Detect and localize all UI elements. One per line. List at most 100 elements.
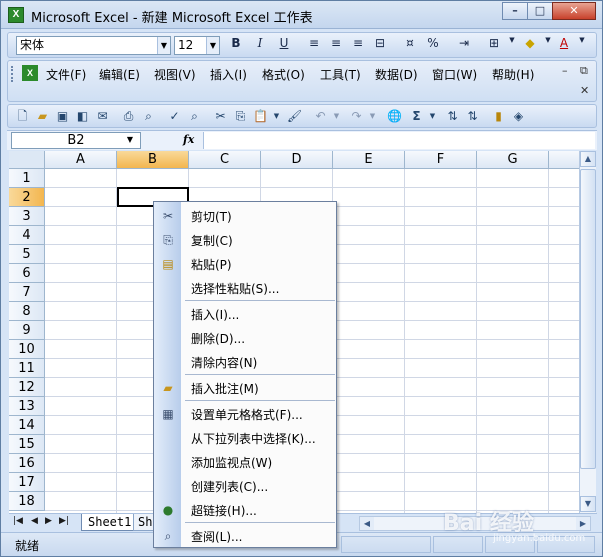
next-sheet-icon[interactable]: ▶ bbox=[45, 516, 52, 526]
column-header[interactable]: A bbox=[45, 151, 117, 169]
merge-center-icon[interactable]: ⊟ bbox=[370, 36, 390, 55]
chevron-down-icon[interactable]: ▼ bbox=[123, 132, 137, 147]
row-header[interactable]: 9 bbox=[9, 321, 45, 340]
row-header[interactable]: 18 bbox=[9, 492, 45, 511]
column-header[interactable]: F bbox=[405, 151, 477, 169]
chevron-down-icon[interactable]: ▼ bbox=[157, 37, 170, 54]
font-size-select[interactable]: 12 ▼ bbox=[174, 36, 220, 55]
column-header[interactable]: E bbox=[333, 151, 405, 169]
column-header[interactable]: G bbox=[477, 151, 549, 169]
fill-color-icon[interactable]: ◆ bbox=[520, 36, 540, 55]
doc-close-button[interactable]: ✕ bbox=[580, 84, 589, 97]
row-header[interactable]: 17 bbox=[9, 473, 45, 492]
scroll-thumb[interactable] bbox=[580, 169, 596, 469]
menu-item-create-list[interactable]: 创建列表(C)... bbox=[154, 474, 336, 498]
menu-format[interactable]: 格式(O) bbox=[262, 66, 305, 83]
row-header[interactable]: 1 bbox=[9, 169, 45, 188]
chevron-down-icon[interactable]: ▼ bbox=[268, 108, 285, 125]
last-sheet-icon[interactable]: ▶| bbox=[59, 516, 69, 526]
select-all-corner[interactable] bbox=[9, 151, 45, 169]
row-header[interactable]: 10 bbox=[9, 340, 45, 359]
menu-item-paste[interactable]: ▤ 粘贴(P) bbox=[154, 252, 336, 276]
row-header[interactable]: 13 bbox=[9, 397, 45, 416]
open-folder-icon[interactable]: ▰ bbox=[34, 108, 51, 125]
row-header[interactable]: 12 bbox=[9, 378, 45, 397]
drawing-icon[interactable]: ◈ bbox=[510, 108, 527, 125]
excel-app-icon[interactable]: X bbox=[8, 7, 24, 23]
paste-icon[interactable]: 📋 bbox=[252, 108, 269, 125]
menu-item-copy[interactable]: ⎘ 复制(C) bbox=[154, 228, 336, 252]
menu-item-cut[interactable]: ✂ 剪切(T) bbox=[154, 204, 336, 228]
menu-item-insert[interactable]: 插入(I)... bbox=[154, 302, 336, 326]
menu-item-research[interactable]: ⌕ 查阅(L)... bbox=[154, 524, 336, 548]
underline-button[interactable]: U bbox=[274, 36, 294, 55]
menu-data[interactable]: 数据(D) bbox=[375, 66, 418, 83]
menu-item-add-watch[interactable]: 添加监视点(W) bbox=[154, 450, 336, 474]
align-center-icon[interactable]: ≡ bbox=[326, 36, 346, 55]
bold-button[interactable]: B bbox=[226, 36, 246, 55]
name-box-dropdown[interactable]: ▼ bbox=[117, 132, 141, 149]
row-header[interactable]: 14 bbox=[9, 416, 45, 435]
toolbar-grip[interactable] bbox=[11, 66, 14, 82]
hyperlink-icon[interactable]: 🌐 bbox=[386, 108, 403, 125]
maximize-button[interactable]: □ bbox=[527, 2, 553, 20]
undo-icon[interactable]: ↶ bbox=[312, 108, 329, 125]
menu-item-insert-comment[interactable]: ▰ 插入批注(M) bbox=[154, 376, 336, 400]
prev-sheet-icon[interactable]: ◀ bbox=[31, 516, 38, 526]
indent-icon[interactable]: ⇥ bbox=[454, 36, 474, 55]
row-header[interactable]: 3 bbox=[9, 207, 45, 226]
percent-button[interactable]: % bbox=[423, 36, 443, 55]
autosum-button[interactable]: Σ bbox=[408, 108, 425, 125]
menu-item-clear-contents[interactable]: 清除内容(N) bbox=[154, 350, 336, 374]
insert-function-button[interactable]: fx bbox=[183, 133, 194, 146]
scroll-up-icon[interactable]: ▲ bbox=[580, 151, 596, 167]
row-header[interactable]: 5 bbox=[9, 245, 45, 264]
new-file-icon[interactable]: 🗋 bbox=[14, 108, 31, 125]
spelling-icon[interactable]: ✓ bbox=[166, 108, 183, 125]
row-header[interactable]: 7 bbox=[9, 283, 45, 302]
row-header[interactable]: 15 bbox=[9, 435, 45, 454]
sort-descending-icon[interactable]: ⇅ bbox=[464, 108, 481, 125]
print-icon[interactable]: ⎙ bbox=[120, 108, 137, 125]
chevron-down-icon[interactable]: ▼ bbox=[364, 108, 381, 125]
chevron-down-icon[interactable]: ▼ bbox=[328, 108, 345, 125]
menu-insert[interactable]: 插入(I) bbox=[210, 66, 247, 83]
row-header[interactable]: 16 bbox=[9, 454, 45, 473]
column-header-selected[interactable]: B bbox=[117, 151, 189, 169]
borders-icon[interactable]: ⊞ bbox=[484, 36, 504, 55]
row-header[interactable]: 11 bbox=[9, 359, 45, 378]
close-button[interactable]: ✕ bbox=[552, 2, 596, 20]
print-preview-icon[interactable]: ⌕ bbox=[140, 108, 157, 125]
cut-icon[interactable]: ✂ bbox=[212, 108, 229, 125]
currency-icon[interactable]: ¤ bbox=[400, 36, 420, 55]
menu-edit[interactable]: 编辑(E) bbox=[99, 66, 140, 83]
menu-window[interactable]: 窗口(W) bbox=[432, 66, 477, 83]
chevron-down-icon[interactable]: ▼ bbox=[572, 36, 592, 55]
menu-item-delete[interactable]: 删除(D)... bbox=[154, 326, 336, 350]
menu-tools[interactable]: 工具(T) bbox=[320, 66, 361, 83]
font-color-button[interactable]: A bbox=[554, 36, 574, 55]
menu-file[interactable]: 文件(F) bbox=[46, 66, 86, 83]
row-header[interactable]: 4 bbox=[9, 226, 45, 245]
first-sheet-icon[interactable]: |◀ bbox=[13, 516, 23, 526]
column-header[interactable]: D bbox=[261, 151, 333, 169]
doc-restore-button[interactable]: ⧉ bbox=[580, 64, 588, 78]
column-header[interactable]: C bbox=[189, 151, 261, 169]
menu-item-format-cells[interactable]: ▦ 设置单元格格式(F)... bbox=[154, 402, 336, 426]
permission-icon[interactable]: ◧ bbox=[74, 108, 91, 125]
sort-ascending-icon[interactable]: ⇅ bbox=[444, 108, 461, 125]
menu-item-paste-special[interactable]: 选择性粘贴(S)... bbox=[154, 276, 336, 300]
email-icon[interactable]: ✉ bbox=[94, 108, 111, 125]
menu-item-hyperlink[interactable]: ● 超链接(H)... bbox=[154, 498, 336, 522]
row-header-selected[interactable]: 2 bbox=[9, 188, 45, 207]
sheet-tab-sheet1[interactable]: Sheet1 bbox=[81, 514, 139, 531]
menu-item-pick-from-list[interactable]: 从下拉列表中选择(K)... bbox=[154, 426, 336, 450]
menu-help[interactable]: 帮助(H) bbox=[492, 66, 534, 83]
font-name-select[interactable]: 宋体 ▼ bbox=[16, 36, 171, 55]
research-icon[interactable]: ⌕ bbox=[186, 108, 203, 125]
formula-input[interactable] bbox=[203, 132, 595, 149]
scroll-left-icon[interactable]: ◀ bbox=[360, 517, 374, 530]
format-painter-icon[interactable]: 🖌 bbox=[286, 108, 303, 125]
copy-icon[interactable]: ⎘ bbox=[232, 108, 249, 125]
doc-minimize-button[interactable]: – bbox=[562, 64, 568, 77]
